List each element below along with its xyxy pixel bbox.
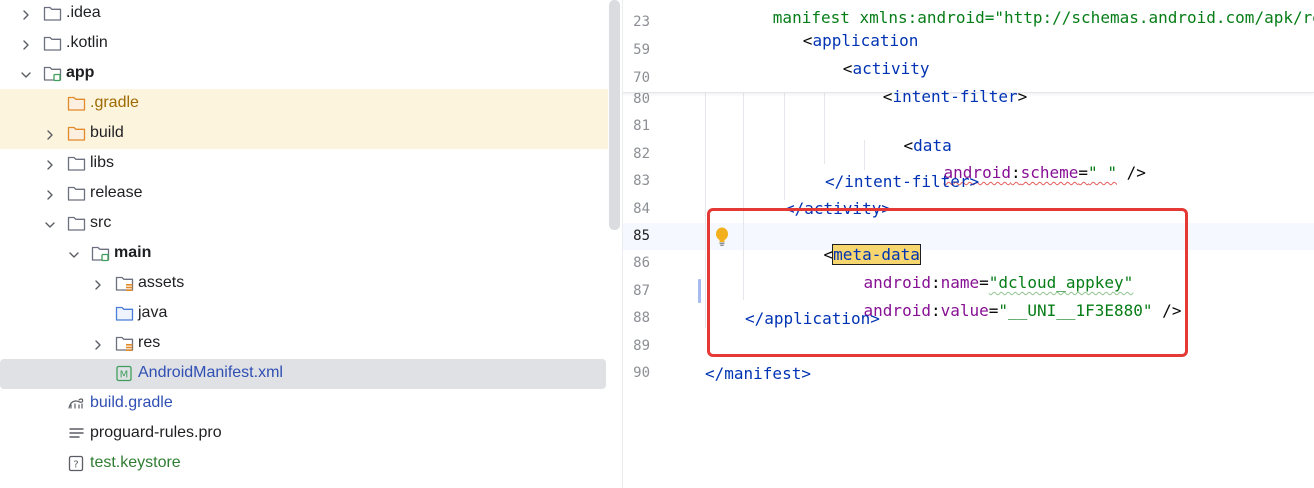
folder-icon <box>67 155 86 172</box>
line-number: 88 <box>633 310 650 326</box>
tree-item-label: java <box>138 304 168 321</box>
tree-item-src[interactable]: src <box>0 209 608 239</box>
tag-bracket: < <box>882 87 893 106</box>
tree-item-label: release <box>90 184 143 201</box>
chevron-right-icon[interactable] <box>20 38 32 50</box>
folder-icon <box>43 35 62 52</box>
tree-item-label: AndroidManifest.xml <box>138 364 283 381</box>
tree-item-assets[interactable]: assets <box>0 269 608 299</box>
tree-item-label: libs <box>90 154 115 171</box>
tree-item-proguard-rules-pro[interactable]: proguard-rules.pro <box>0 419 608 449</box>
chevron-down-icon[interactable] <box>20 68 32 80</box>
tree-item-label: test.keystore <box>90 454 181 471</box>
tree-item-app[interactable]: app <box>0 59 608 89</box>
sticky-line-number: 59 <box>633 42 650 58</box>
resource-folder-icon <box>115 275 134 292</box>
indent-guide <box>705 92 706 328</box>
chevron-right-icon[interactable] <box>92 278 104 290</box>
sticky-line-number: 23 <box>633 14 650 30</box>
tree-item-label: .kotlin <box>66 34 108 51</box>
attr-value: " " <box>1088 163 1117 182</box>
tree-item-label: build <box>90 124 124 141</box>
code-line-90[interactable]: </manifest> <box>705 364 811 383</box>
colon: : <box>1010 163 1021 182</box>
folder-icon <box>67 185 86 202</box>
annotation-highlight-box <box>707 208 1188 357</box>
tree-item-gradle[interactable]: .gradle <box>0 89 608 119</box>
tree-item-libs[interactable]: libs <box>0 149 608 179</box>
tree-item-label: src <box>90 214 112 231</box>
line-number: 90 <box>633 365 650 381</box>
tree-item-androidmanifest-xml[interactable]: M AndroidManifest.xml <box>0 359 606 389</box>
tag-end: /> <box>1116 163 1146 182</box>
tree-item-label: assets <box>138 274 185 291</box>
tree-item-label: app <box>66 64 95 81</box>
excluded-folder-icon <box>67 125 86 142</box>
sticky-line-number: 70 <box>633 70 650 86</box>
line-number: 80 <box>633 91 650 107</box>
manifest-icon: M <box>115 365 134 382</box>
line-number: 83 <box>633 173 650 189</box>
chevron-down-icon[interactable] <box>68 248 80 260</box>
tree-item-main[interactable]: main <box>0 239 608 269</box>
tree-item-label: build.gradle <box>90 394 173 411</box>
source-folder-icon <box>115 305 134 322</box>
tree-item-release[interactable]: release <box>0 179 608 209</box>
tree-item-build-gradle[interactable]: build.gradle <box>0 389 608 419</box>
tree-item-label: res <box>138 334 161 351</box>
resource-folder-icon <box>115 335 134 352</box>
vcs-change-marker[interactable] <box>698 279 701 303</box>
tree-item-test-keystore[interactable]: ? test.keystore <box>0 449 608 479</box>
module-folder-icon <box>91 245 110 262</box>
tree-item-res[interactable]: res <box>0 329 608 359</box>
sticky-lines-header[interactable]: manifest xmlns:android="http://schemas.a… <box>623 0 1314 106</box>
tree-scrollbar[interactable] <box>609 0 620 230</box>
project-tree: .idea .kotlin app .gradle build libs release sr… <box>0 0 623 488</box>
line-number: 89 <box>633 338 650 354</box>
line-number: 84 <box>633 201 650 217</box>
svg-text:?: ? <box>73 460 78 471</box>
tree-item-label: main <box>114 244 152 261</box>
tree-item-label: proguard-rules.pro <box>90 424 222 441</box>
tag-bracket: > <box>1017 87 1028 106</box>
unknown-file-icon: ? <box>67 455 86 472</box>
chevron-right-icon[interactable] <box>44 158 56 170</box>
tree-item-build[interactable]: build <box>0 119 608 149</box>
excluded-folder-icon <box>67 95 86 112</box>
code-editor[interactable]: 80 81 82 83 84 85 86 87 88 89 90 <data android:sch… <box>623 0 1314 488</box>
line-number: 87 <box>633 283 650 299</box>
text-file-icon <box>67 425 86 442</box>
chevron-right-icon[interactable] <box>92 338 104 350</box>
indent-guide <box>784 92 785 200</box>
module-folder-icon <box>43 65 62 82</box>
code-line-83[interactable]: </intent-filter> <box>825 172 979 191</box>
folder-icon <box>43 5 62 22</box>
folder-icon <box>67 215 86 232</box>
tree-item-idea[interactable]: .idea <box>0 0 608 29</box>
gradle-icon <box>67 395 86 412</box>
chevron-right-icon[interactable] <box>20 8 32 20</box>
attr-name: scheme <box>1020 163 1079 182</box>
line-number: 86 <box>633 255 650 271</box>
sticky-line-intent-filter[interactable]: <intent-filter> <box>825 68 1028 125</box>
svg-text:M: M <box>120 370 129 381</box>
tree-item-label: .idea <box>66 4 101 21</box>
line-number: 81 <box>633 118 650 134</box>
line-number: 82 <box>633 146 650 162</box>
tree-item-java[interactable]: java <box>0 299 608 329</box>
chevron-right-icon[interactable] <box>44 128 56 140</box>
tree-item-kotlin[interactable]: .kotlin <box>0 29 608 59</box>
chevron-right-icon[interactable] <box>44 188 56 200</box>
line-number: 85 <box>633 228 650 244</box>
chevron-down-icon[interactable] <box>44 218 56 230</box>
tag-name: intent-filter <box>892 87 1018 106</box>
tree-item-label: .gradle <box>90 94 139 111</box>
equals: = <box>1078 163 1089 182</box>
